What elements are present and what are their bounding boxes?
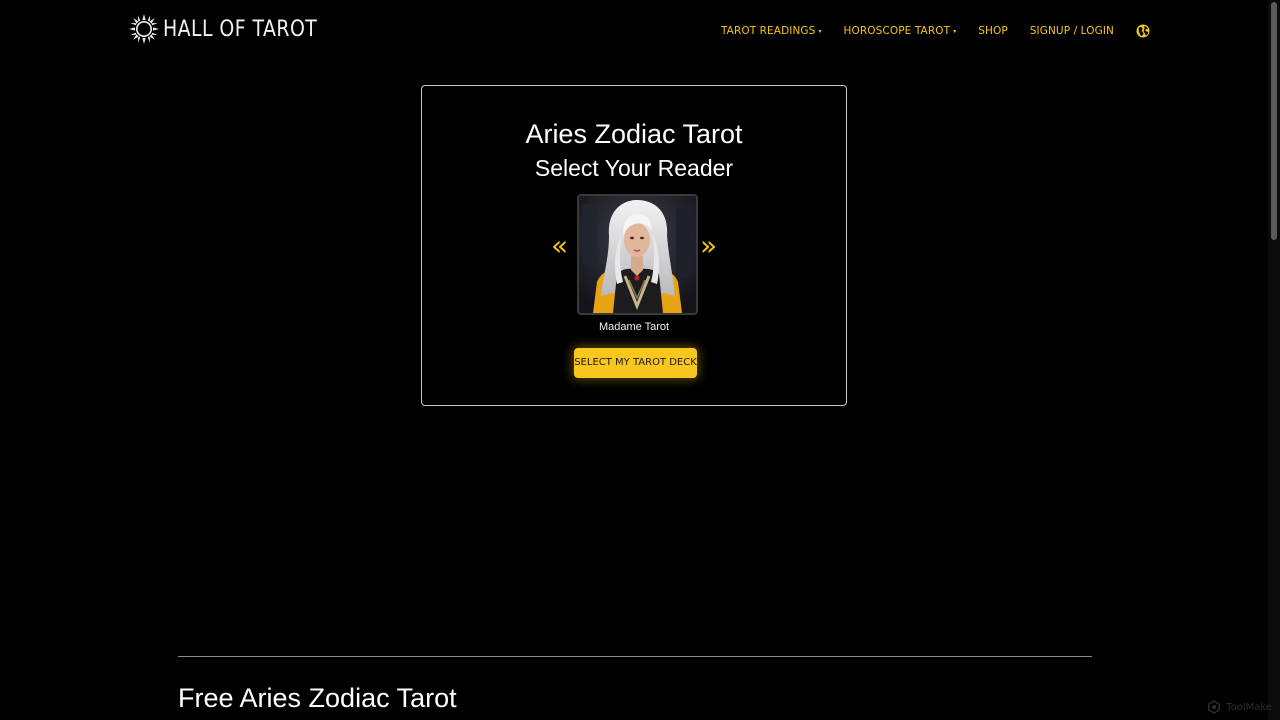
- select-tarot-deck-button[interactable]: SELECT MY TAROT DECK: [574, 348, 697, 378]
- watermark-text: ToolMake: [1226, 701, 1272, 713]
- watermark: ToolMake: [1207, 700, 1272, 714]
- reader-portrait[interactable]: [577, 194, 698, 315]
- nav-signup-login[interactable]: SIGNUP / LOGIN: [1030, 25, 1114, 37]
- previous-reader-button[interactable]: «: [551, 232, 568, 260]
- section-heading: Free Aries Zodiac Tarot: [178, 683, 457, 713]
- page-scrollbar[interactable]: [1268, 0, 1280, 720]
- nav-tarot-readings-label: TAROT READINGS: [720, 25, 816, 37]
- section-divider: [178, 656, 1092, 657]
- site-logo[interactable]: HALL OF TAROT: [129, 12, 342, 46]
- chevron-down-icon: ▾: [953, 27, 957, 35]
- nav-signup-login-label: SIGNUP / LOGIN: [1029, 25, 1114, 37]
- reader-selection-card: Aries Zodiac Tarot Select Your Reader «: [421, 85, 847, 406]
- reader-name: Madame Tarot: [598, 321, 670, 333]
- page-title: Aries Zodiac Tarot: [525, 119, 743, 149]
- nav-shop-label: SHOP: [978, 25, 1008, 37]
- hexagon-logo-icon: [1208, 700, 1221, 714]
- nav-shop[interactable]: SHOP: [978, 25, 1008, 37]
- nav-tarot-readings[interactable]: TAROT READINGS ▾: [721, 25, 822, 37]
- logo-text: HALL OF TAROT: [163, 16, 318, 42]
- reader-portrait-image: [579, 196, 696, 313]
- nav-horoscope-tarot[interactable]: HOROSCOPE TAROT ▾: [844, 25, 957, 37]
- main-nav: TAROT READINGS ▾ HOROSCOPE TAROT ▾ SHOP …: [721, 22, 1150, 40]
- scrollbar-thumb[interactable]: [1271, 2, 1277, 240]
- select-reader-subtitle: Select Your Reader: [534, 155, 734, 181]
- sun-logo-icon: [129, 14, 159, 44]
- language-selector[interactable]: [1136, 24, 1150, 38]
- globe-icon: [1136, 24, 1150, 38]
- nav-horoscope-tarot-label: HOROSCOPE TAROT: [843, 25, 951, 37]
- chevron-down-icon: ▾: [818, 27, 822, 35]
- page: HALL OF TAROT TAROT READINGS ▾ HOROSCOPE…: [0, 0, 1280, 720]
- next-reader-button[interactable]: »: [700, 232, 717, 260]
